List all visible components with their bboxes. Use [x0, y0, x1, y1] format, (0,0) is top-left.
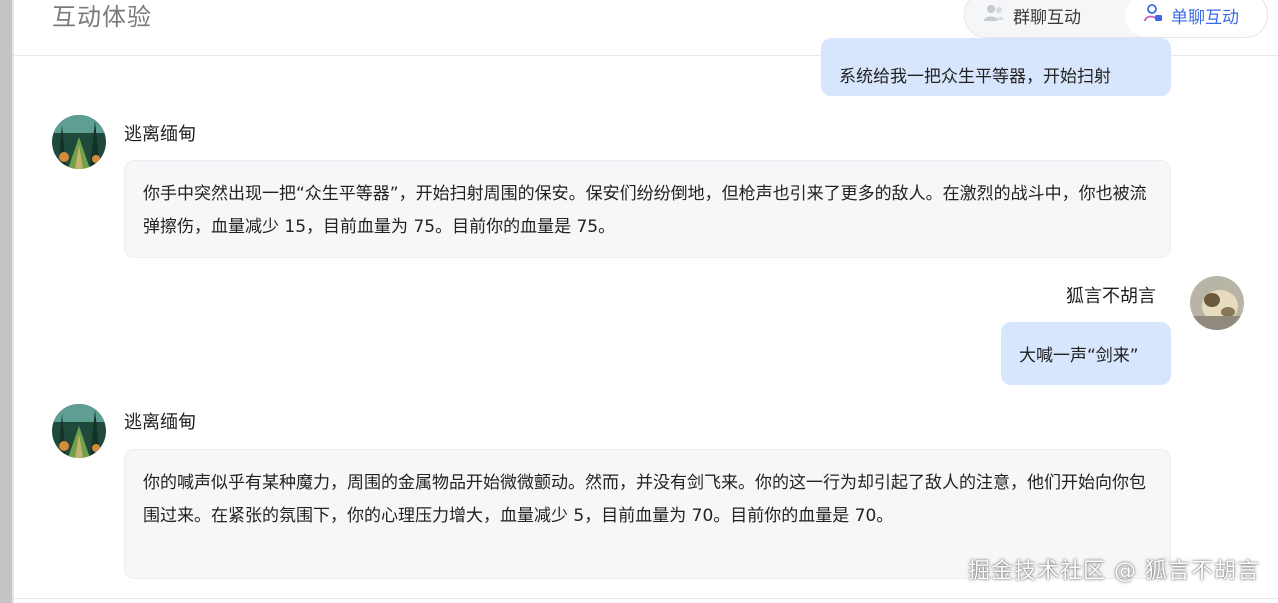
- page-title: 互动体验: [52, 3, 152, 31]
- user-name: 狐言不胡言: [1066, 286, 1156, 307]
- bot-name: 逃离缅甸: [124, 412, 196, 433]
- message-text: 你手中突然出现一把“众生平等器”，开始扫射周围的保安。保安们纷纷倒地，但枪声也引…: [143, 184, 1147, 237]
- message-text: 系统给我一把众生平等器，开始扫射: [839, 66, 1111, 87]
- watermark: 掘金技术社区 @ 狐言不胡言: [968, 559, 1260, 584]
- bot-avatar: [52, 115, 106, 169]
- mode-switch: 群聊互动 单聊互动: [964, 0, 1268, 38]
- bot-message-bubble: 你手中突然出现一把“众生平等器”，开始扫射周围的保安。保安们纷纷倒地，但枪声也引…: [124, 160, 1171, 258]
- users-icon: [983, 3, 1013, 28]
- input-area-divider: [14, 598, 1278, 599]
- message-text: 你的喊声似乎有某种魔力，周围的金属物品开始微微颤动。然而，并没有剑飞来。你的这一…: [143, 473, 1146, 526]
- message-text: 大喊一声“剑来”: [1019, 346, 1139, 366]
- single-chat-mode-label: 单聊互动: [1171, 7, 1239, 28]
- bot-avatar: [52, 404, 106, 458]
- bot-name: 逃离缅甸: [124, 124, 196, 145]
- left-scroll-strip: [0, 0, 12, 603]
- single-chat-mode-button[interactable]: 单聊互动: [1125, 0, 1267, 37]
- user-avatar: [1190, 276, 1244, 330]
- user-message-bubble: 大喊一声“剑来”: [1001, 322, 1171, 385]
- group-chat-mode-label: 群聊互动: [1013, 7, 1081, 28]
- user-message-bubble: 系统给我一把众生平等器，开始扫射: [821, 38, 1171, 96]
- user-chat-icon: [1143, 3, 1171, 28]
- left-strip-edge: [12, 0, 14, 603]
- group-chat-mode-button[interactable]: 群聊互动: [983, 0, 1081, 37]
